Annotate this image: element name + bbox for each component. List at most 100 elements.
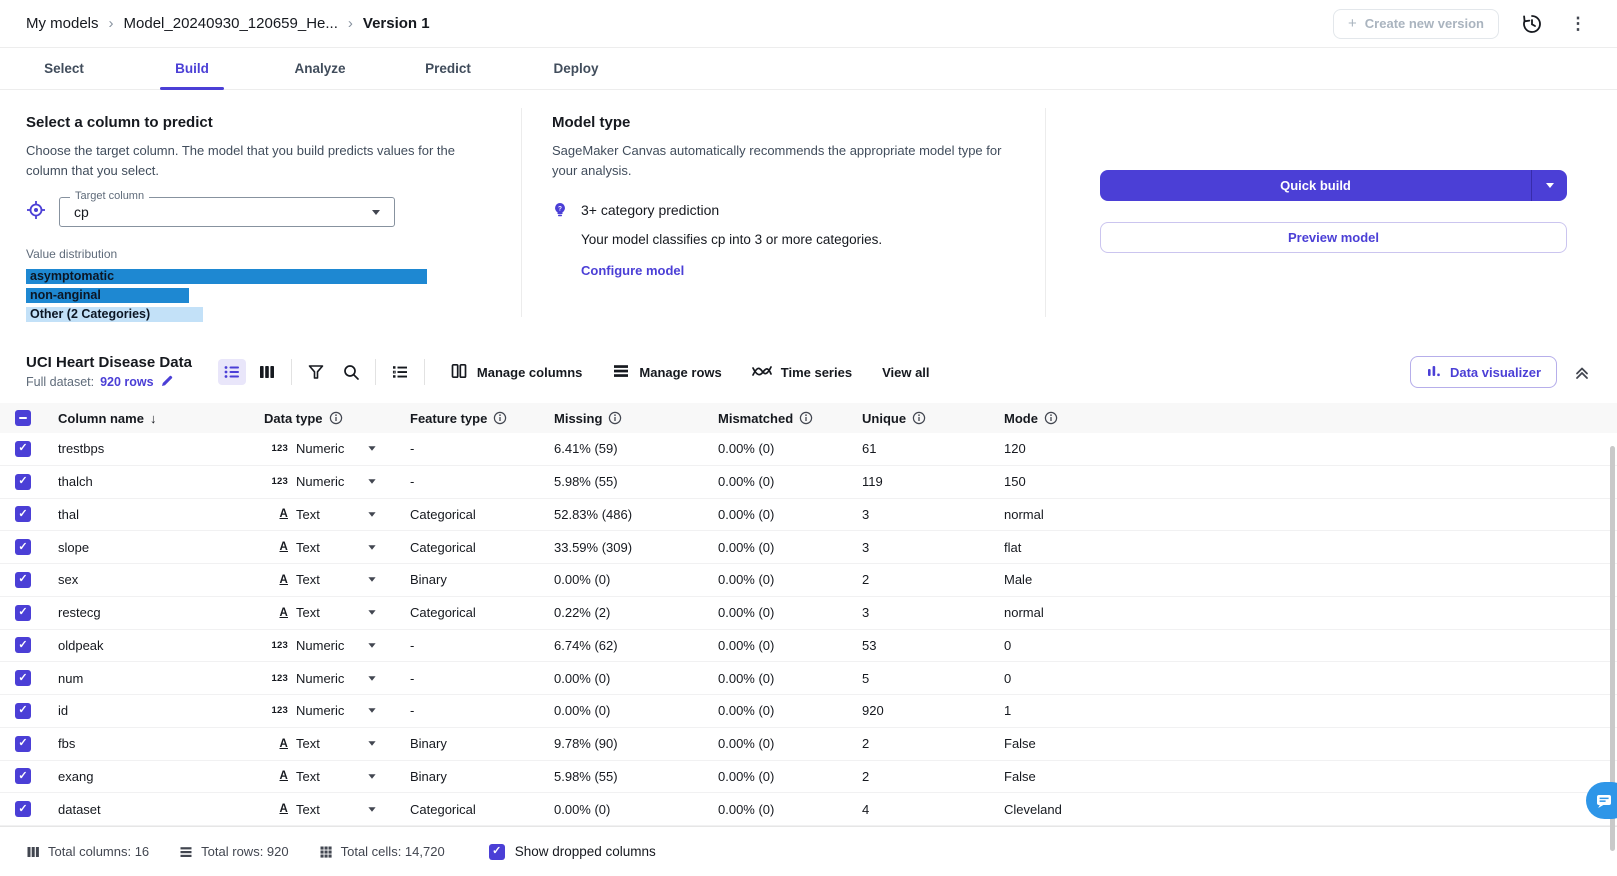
table-row[interactable]: ✓ num 123 Numeric - 0.00% (0) 0.00% (0) … — [0, 662, 1617, 695]
filter-icon[interactable] — [302, 359, 330, 385]
data-visualizer-button[interactable]: Data visualizer — [1409, 356, 1557, 388]
show-dropped-label: Show dropped columns — [514, 844, 656, 859]
data-type-cell[interactable]: A Text — [252, 540, 398, 555]
kebab-menu-icon[interactable]: ⋮ — [1565, 11, 1591, 37]
row-checkbox[interactable]: ✓ — [15, 637, 31, 654]
chevron-down-icon[interactable] — [368, 643, 376, 648]
table-row[interactable]: ✓ restecg A Text Categorical 0.22% (2) 0… — [0, 597, 1617, 630]
data-type-cell[interactable]: A Text — [252, 736, 398, 751]
table-row[interactable]: ✓ exang A Text Binary 5.98% (55) 0.00% (… — [0, 761, 1617, 794]
row-checkbox[interactable]: ✓ — [15, 735, 31, 752]
preview-model-button[interactable]: Preview model — [1100, 222, 1567, 253]
chevron-down-icon[interactable] — [368, 446, 376, 452]
chevron-down-icon[interactable] — [368, 610, 376, 615]
create-new-version-button[interactable]: + Create new version — [1333, 8, 1499, 39]
version-history-icon[interactable] — [1519, 11, 1545, 37]
table-row[interactable]: ✓ id 123 Numeric - 0.00% (0) 0.00% (0) 9… — [0, 695, 1617, 728]
breadcrumb-my-models[interactable]: My models — [26, 15, 99, 32]
chevron-down-icon[interactable] — [368, 544, 376, 550]
chevron-down-icon[interactable] — [368, 675, 376, 681]
time-series-icon — [751, 363, 772, 382]
ordered-list-icon[interactable] — [386, 359, 414, 385]
tab-predict[interactable]: Predict — [384, 48, 512, 89]
row-checkbox[interactable]: ✓ — [15, 702, 31, 719]
table-row[interactable]: ✓ fbs A Text Binary 9.78% (90) 0.00% (0)… — [0, 728, 1617, 761]
info-icon[interactable] — [912, 411, 926, 425]
rows-count-link[interactable]: 920 rows — [100, 375, 154, 389]
manage-rows-label: Manage rows — [639, 364, 722, 380]
chevron-down-icon[interactable] — [368, 806, 376, 812]
row-checkbox[interactable]: ✓ — [15, 604, 31, 621]
breadcrumb-model-name[interactable]: Model_20240930_120659_He... — [124, 15, 338, 32]
tab-deploy[interactable]: Deploy — [512, 48, 640, 89]
quick-build-button[interactable]: Quick build — [1100, 170, 1531, 201]
chevron-down-icon[interactable] — [368, 479, 376, 484]
data-type-icon: A — [279, 770, 288, 783]
table-row[interactable]: ✓ thalch 123 Numeric - 5.98% (55) 0.00% … — [0, 466, 1617, 499]
info-icon[interactable] — [799, 411, 813, 425]
data-type-label: Text — [296, 768, 320, 784]
info-icon[interactable] — [1044, 411, 1058, 425]
tab-select[interactable]: Select — [0, 48, 128, 89]
list-view-icon[interactable] — [217, 359, 246, 385]
table-row[interactable]: ✓ thal A Text Categorical 52.83% (486) 0… — [0, 499, 1617, 532]
configure-model-link[interactable]: Configure model — [581, 263, 684, 278]
tab-bar: Select Build Analyze Predict Deploy — [0, 48, 1617, 90]
chevron-down-icon[interactable] — [368, 512, 376, 517]
header-column-name[interactable]: Column name ↓ — [46, 411, 252, 426]
row-checkbox[interactable]: ✓ — [15, 768, 31, 785]
manage-rows-button[interactable]: Manage rows — [612, 362, 722, 383]
column-name-cell: fbs — [58, 736, 76, 752]
table-row[interactable]: ✓ trestbps 123 Numeric - 6.41% (59) 0.00… — [0, 433, 1617, 466]
chevron-down-icon — [372, 209, 380, 215]
show-dropped-checkbox[interactable]: ✓ — [488, 843, 505, 860]
data-type-cell[interactable]: A Text — [252, 507, 398, 522]
chevron-down-icon[interactable] — [368, 577, 376, 583]
feature-type-cell: Binary — [410, 768, 447, 784]
chevron-down-icon[interactable] — [368, 774, 376, 779]
info-icon[interactable] — [493, 411, 507, 425]
search-icon[interactable] — [337, 359, 365, 385]
manage-columns-button[interactable]: Manage columns — [450, 362, 582, 383]
collapse-panel-icon[interactable] — [1573, 363, 1591, 381]
data-type-cell[interactable]: 123 Numeric — [252, 638, 398, 653]
target-column-select[interactable]: Target column cp — [59, 190, 395, 227]
time-series-button[interactable]: Time series — [751, 363, 852, 382]
show-dropped-columns-toggle[interactable]: ✓ Show dropped columns — [488, 843, 656, 860]
chevron-down-icon[interactable] — [368, 741, 376, 746]
select-all-checkbox[interactable] — [15, 410, 31, 426]
tab-build[interactable]: Build — [128, 48, 256, 90]
row-checkbox[interactable]: ✓ — [15, 571, 31, 588]
data-type-cell[interactable]: A Text — [252, 572, 398, 587]
quick-build-dropdown-button[interactable] — [1531, 170, 1567, 201]
info-icon[interactable] — [608, 411, 622, 425]
mismatched-cell: 0.00% (0) — [718, 703, 775, 719]
row-checkbox[interactable]: ✓ — [15, 801, 31, 818]
data-type-cell[interactable]: A Text — [252, 769, 398, 784]
data-type-cell[interactable]: 123 Numeric — [252, 671, 398, 686]
row-checkbox[interactable]: ✓ — [15, 506, 31, 523]
data-type-icon: 123 — [271, 476, 288, 488]
table-row[interactable]: ✓ slope A Text Categorical 33.59% (309) … — [0, 531, 1617, 564]
info-icon[interactable] — [329, 411, 343, 425]
data-type-cell[interactable]: 123 Numeric — [252, 703, 398, 718]
dataset-title-block: UCI Heart Disease Data Full dataset: 920… — [26, 354, 192, 391]
data-type-cell[interactable]: 123 Numeric — [252, 474, 398, 489]
row-checkbox[interactable]: ✓ — [15, 440, 31, 457]
chat-bubble-button[interactable] — [1586, 782, 1617, 819]
row-checkbox[interactable]: ✓ — [15, 670, 31, 687]
table-row[interactable]: ✓ dataset A Text Categorical 0.00% (0) 0… — [0, 793, 1617, 826]
row-checkbox[interactable]: ✓ — [15, 539, 31, 556]
data-type-cell[interactable]: 123 Numeric — [252, 441, 398, 456]
grid-view-icon[interactable] — [253, 359, 281, 385]
view-all-button[interactable]: View all — [882, 365, 929, 380]
tab-analyze[interactable]: Analyze — [256, 48, 384, 89]
data-type-cell[interactable]: A Text — [252, 802, 398, 817]
missing-cell: 0.00% (0) — [554, 670, 611, 686]
table-row[interactable]: ✓ oldpeak 123 Numeric - 6.74% (62) 0.00%… — [0, 630, 1617, 663]
chevron-down-icon[interactable] — [368, 708, 376, 714]
edit-pencil-icon[interactable] — [160, 374, 174, 391]
row-checkbox[interactable]: ✓ — [15, 473, 31, 490]
table-row[interactable]: ✓ sex A Text Binary 0.00% (0) 0.00% (0) … — [0, 564, 1617, 597]
data-type-cell[interactable]: A Text — [252, 605, 398, 620]
